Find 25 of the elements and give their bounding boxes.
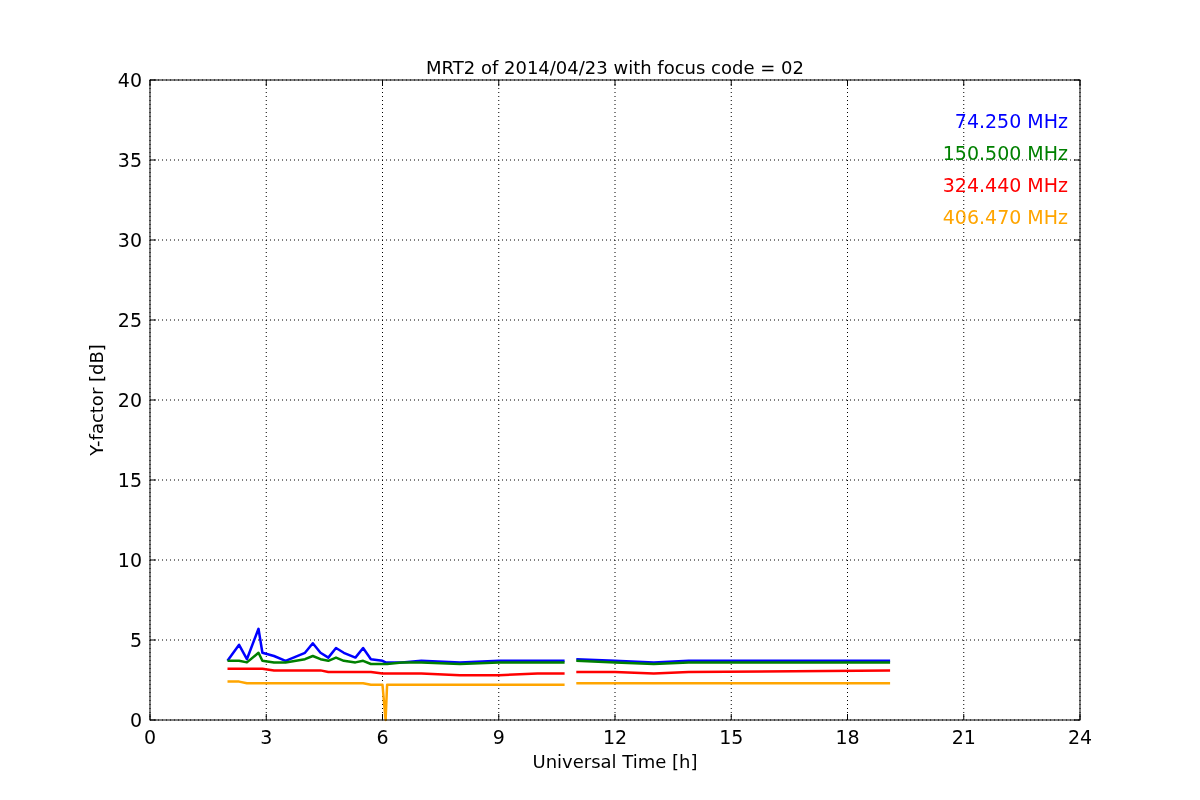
y-tick-label: 25 [117, 309, 142, 331]
y-tick-label: 5 [129, 629, 142, 651]
legend-label: 406.470 MHz [942, 206, 1068, 228]
y-tick-label: 35 [117, 149, 142, 171]
x-tick-label: 12 [602, 726, 628, 748]
y-tick-label: 15 [117, 469, 142, 491]
y-tick-label: 0 [129, 709, 142, 731]
x-tick-label: 0 [143, 726, 157, 748]
y-tick-label: 10 [117, 549, 142, 571]
y-tick-label: 40 [117, 69, 142, 91]
x-tick-label: 6 [376, 726, 389, 748]
y-tick-label: 30 [117, 229, 142, 251]
legend-label: 74.250 MHz [954, 110, 1068, 132]
x-tick-label: 9 [492, 726, 505, 748]
x-tick-label: 15 [719, 726, 744, 748]
x-tick-label: 3 [260, 726, 273, 748]
x-tick-label: 24 [1067, 726, 1093, 748]
legend-label: 324.440 MHz [942, 174, 1068, 196]
y-tick-label: 20 [117, 389, 142, 411]
x-tick-label: 21 [951, 726, 976, 748]
legend-label: 150.500 MHz [942, 142, 1068, 164]
x-axis-label: Universal Time [h] [532, 751, 698, 772]
x-tick-label: 18 [835, 726, 860, 748]
chart-title: MRT2 of 2014/04/23 with focus code = 02 [426, 57, 804, 78]
y-axis-label: Y-factor [dB] [86, 344, 107, 456]
